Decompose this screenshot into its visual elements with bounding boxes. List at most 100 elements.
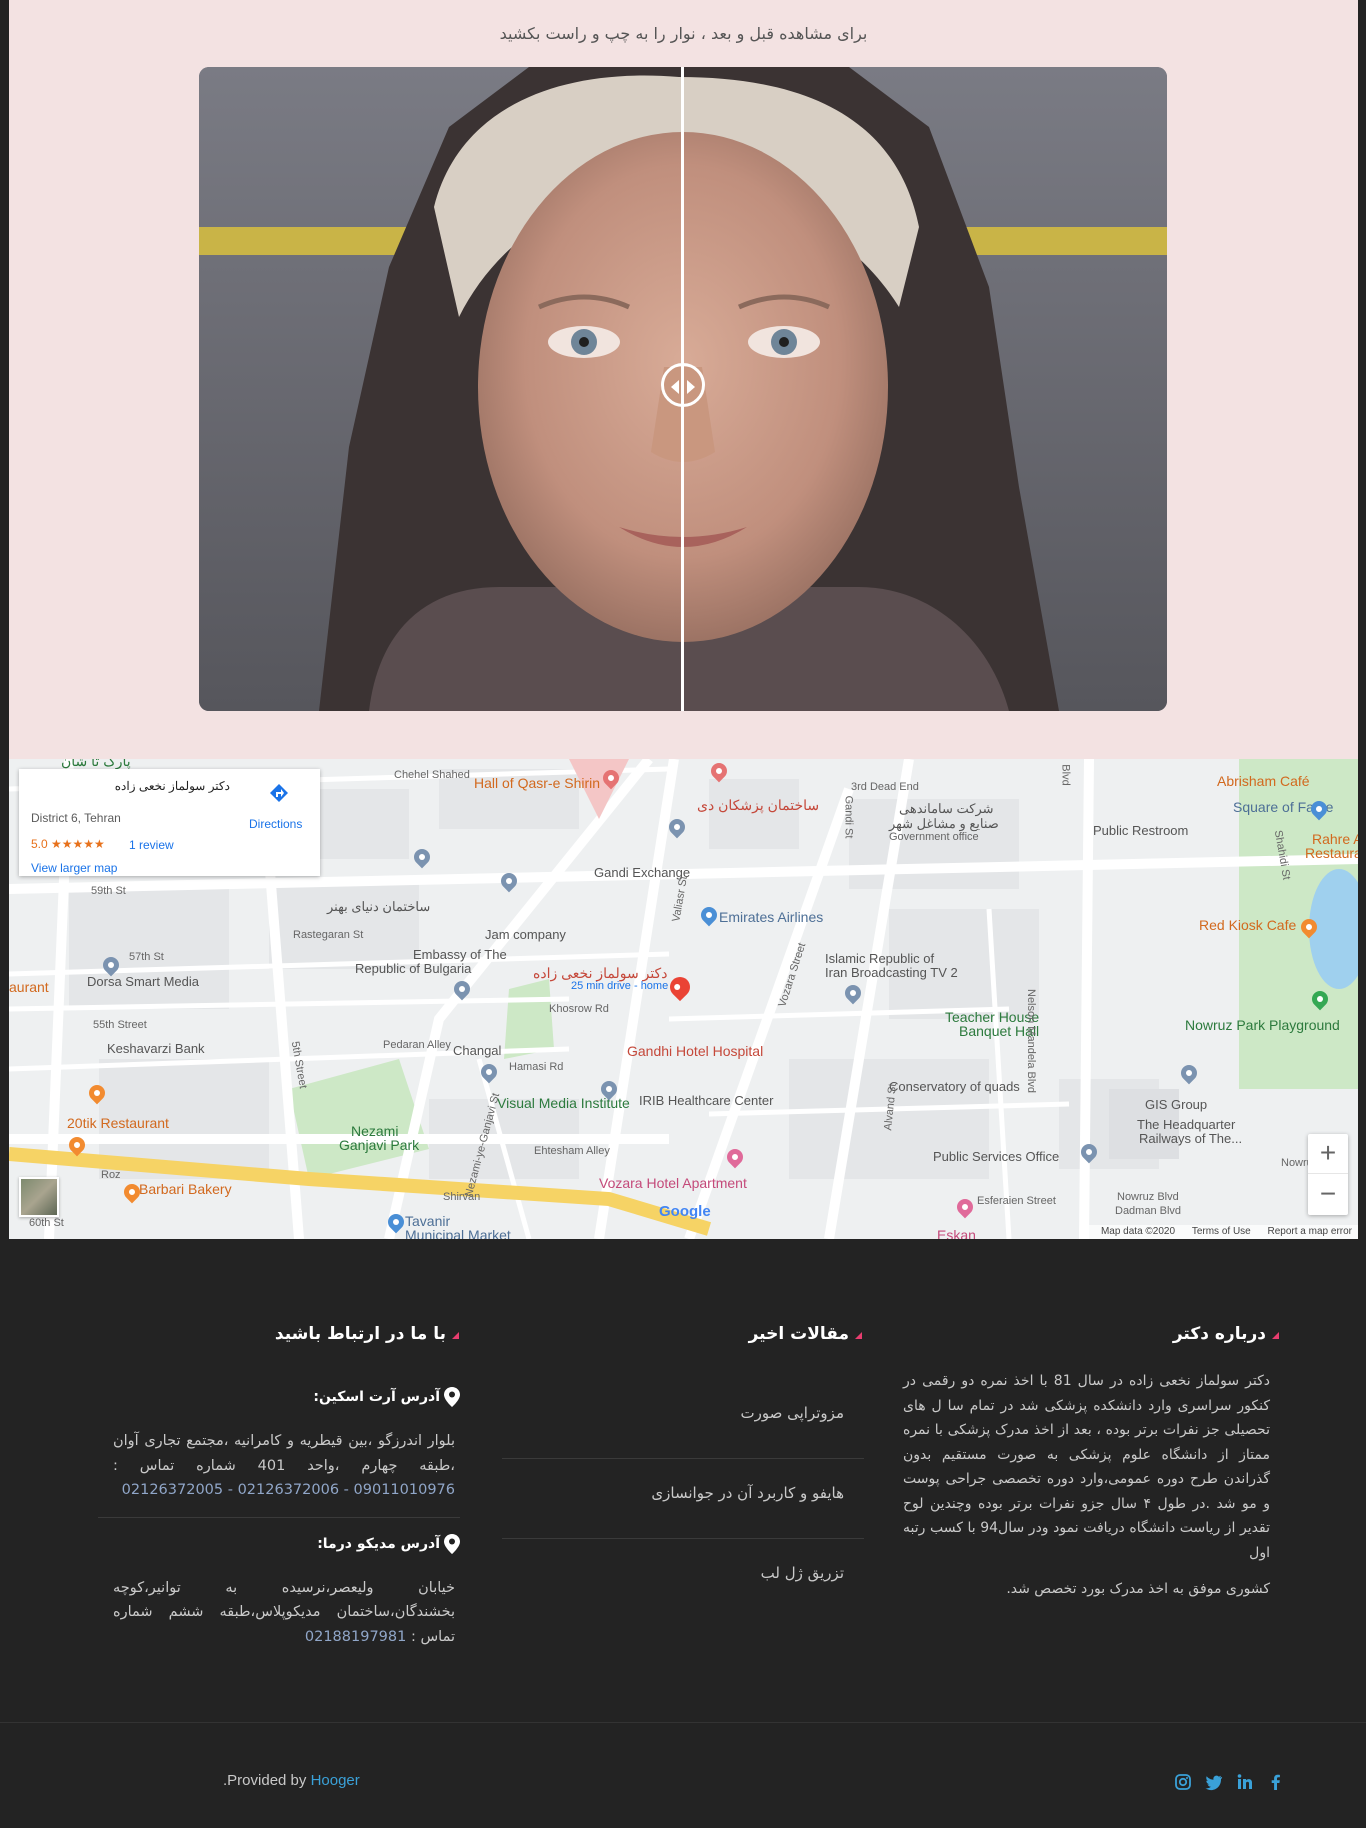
map-label: 59th St (91, 885, 126, 897)
before-after-section: برای مشاهده قبل و بعد ، نوار را به چپ و … (9, 0, 1358, 759)
map-label: Ganjavi Park (339, 1137, 420, 1153)
instagram-icon[interactable] (1174, 1773, 1192, 1791)
view-larger-map-link[interactable]: View larger map (31, 861, 117, 875)
contact-title: با ما در ارتباط باشید (274, 1324, 460, 1344)
place-area: District 6, Tehran (31, 811, 121, 825)
map-label: ساختمان پزشکان دی (697, 797, 820, 813)
terms-link[interactable]: Terms of Use (1192, 1226, 1251, 1237)
map-label: Pedaran Alley (383, 1039, 451, 1051)
report-error-link[interactable]: Report a map error (1268, 1226, 1352, 1237)
map-label: Iran Broadcasting TV 2 (825, 965, 958, 980)
address-heading: آدرس مدیکو درما: (98, 1533, 460, 1566)
map-label: ساختمان دنیای بهنر (327, 899, 431, 914)
place-name: دکتر سولماز نخعی زاده (114, 779, 230, 793)
address-body: بلوار اندرزگو ،بین قیطریه و کامرانیه ،مج… (113, 1433, 455, 1474)
satellite-toggle[interactable] (19, 1177, 59, 1217)
address-text: خیابان ولیعصر،نرسیده به توانیر،کوچه بخشن… (98, 1566, 460, 1650)
contact-section: آدرس آرت اسکین: بلوار اندرزگو ،بین قیطری… (98, 1387, 460, 1681)
arrow-left-icon (671, 380, 679, 394)
map-label: Khosrow Rd (549, 1003, 609, 1015)
map-label: Red Kiosk Cafe (1199, 917, 1297, 933)
map-label: Embassy of The (413, 947, 507, 962)
address-text: بلوار اندرزگو ،بین قیطریه و کامرانیه ،مج… (98, 1419, 460, 1503)
map-label: Chehel Shahed (394, 769, 470, 781)
map-label: Public Services Office (933, 1149, 1060, 1164)
map-label: شرکت ساماندهی (899, 801, 994, 816)
before-after-slider[interactable] (199, 67, 1167, 711)
map-label: Emirates Airlines (719, 909, 824, 925)
zoom-out-button[interactable]: − (1308, 1175, 1348, 1215)
directions-icon[interactable] (269, 783, 289, 803)
map-place-card: دکتر سولماز نخعی زاده District 6, Tehran… (19, 769, 320, 876)
map-label: Republic of Bulgaria (355, 961, 472, 976)
map-label: Hamasi Rd (509, 1061, 564, 1073)
map-label: 3rd Dead End (851, 781, 919, 793)
address-heading: آدرس آرت اسکین: (98, 1387, 460, 1419)
map-label: aurant (9, 979, 49, 995)
zoom-controls: + − (1308, 1134, 1348, 1215)
map-label: Restaura (1305, 845, 1358, 861)
map-label: 60th St (29, 1217, 64, 1229)
map-label: Rastegaran St (293, 929, 364, 941)
map-label: Changal (453, 1043, 502, 1058)
map-label: Blvd (1059, 764, 1072, 786)
map-data-label: Map data ©2020 (1100, 1226, 1176, 1237)
map-label: Conservatory of quads (889, 1079, 1020, 1094)
linkedin-icon[interactable] (1236, 1773, 1254, 1791)
map-label: Esferaien Street (977, 1195, 1056, 1207)
map-label: Hall of Qasr-e Shirin (474, 775, 601, 791)
map-label: 57th St (129, 951, 164, 963)
address-title: آدرس آرت اسکین: (313, 1389, 440, 1405)
map-label: Nowruz Park Playground (1185, 1017, 1340, 1033)
zoom-in-button[interactable]: + (1308, 1134, 1348, 1174)
map-label: 55th Street (93, 1019, 147, 1031)
before-after-hint: برای مشاهده قبل و بعد ، نوار را به چپ و … (499, 24, 868, 43)
phone-numbers[interactable]: 02188197981 (305, 1629, 406, 1645)
directions-link[interactable]: Directions (249, 817, 302, 831)
brand-link[interactable]: Hooger (311, 1772, 360, 1789)
facebook-icon[interactable] (1267, 1773, 1285, 1791)
address-block: آدرس آرت اسکین: بلوار اندرزگو ،بین قیطری… (98, 1387, 460, 1518)
map-label: Gandhi Hotel Hospital (627, 1043, 764, 1059)
about-paragraph: کشوری موفق به اخذ مدرک بورد تخصص شد. (1006, 1581, 1270, 1597)
map-label: GIS Group (1145, 1097, 1208, 1112)
map-label: Jam company (485, 927, 566, 942)
article-link[interactable]: مزوتراپی صورت (502, 1379, 864, 1459)
map-label: صنایع و مشاغل شهر (889, 816, 999, 831)
map-attribution: Map data ©2020 Terms of Use Report a map… (1080, 1225, 1358, 1239)
place-rating: 5.0 ★★★★★ (31, 837, 105, 851)
map-label: Gandi St (842, 795, 855, 839)
map-label: The Headquarter (1137, 1117, 1236, 1132)
map-label: Nowruz Blvd (1117, 1191, 1179, 1203)
article-link[interactable]: هایفو و کاربرد آن در جوانسازی (502, 1459, 864, 1539)
location-icon (444, 1387, 460, 1407)
about-paragraph: دکتر سولماز نخعی زاده در سال 81 با اخذ ن… (903, 1373, 1271, 1561)
map-label: Dadman Blvd (1115, 1205, 1182, 1217)
map-label: Railways of The... (1139, 1131, 1243, 1146)
map-label: 20tik Restaurant (67, 1115, 169, 1131)
drag-handle-icon[interactable] (661, 363, 705, 407)
map-label: IRIB Healthcare Center (639, 1093, 774, 1108)
twitter-icon[interactable] (1205, 1773, 1223, 1791)
reviews-link[interactable]: 1 review (129, 838, 174, 852)
about-title: درباره دکتر (1172, 1324, 1280, 1344)
map-label: Public Restroom (1093, 823, 1189, 838)
arrow-right-icon (687, 380, 695, 394)
map-label: Gandi Exchange (594, 865, 691, 880)
map-label: Barbari Bakery (139, 1181, 232, 1197)
address-block: آدرس مدیکو درما: خیابان ولیعصر،نرسیده به… (98, 1533, 460, 1664)
site-footer: درباره دکتر دکتر سولماز نخعی زاده در سال… (0, 1239, 1366, 1722)
map-label: Dorsa Smart Media (87, 974, 199, 989)
google-map[interactable]: پارک تا شان Chehel Shahed Hall of Qasr-e… (9, 759, 1358, 1239)
phone-numbers[interactable]: 09011010976 - 02126372006 - 02126372005 (122, 1482, 455, 1498)
provided-by: .Provided by Hooger (223, 1772, 360, 1789)
address-title: آدرس مدیکو درما: (317, 1535, 440, 1552)
about-text: دکتر سولماز نخعی زاده در سال 81 با اخذ ن… (903, 1369, 1270, 1614)
map-label: Islamic Republic of (825, 951, 935, 966)
map-label: Keshavarzi Bank (107, 1041, 205, 1056)
article-link[interactable]: تزریق ژل لب (502, 1539, 864, 1619)
social-links (1174, 1771, 1293, 1791)
map-label: 25 min drive - home (571, 980, 669, 992)
google-logo: Google (659, 1203, 711, 1220)
map-label: Abrisham Café (1217, 773, 1310, 789)
